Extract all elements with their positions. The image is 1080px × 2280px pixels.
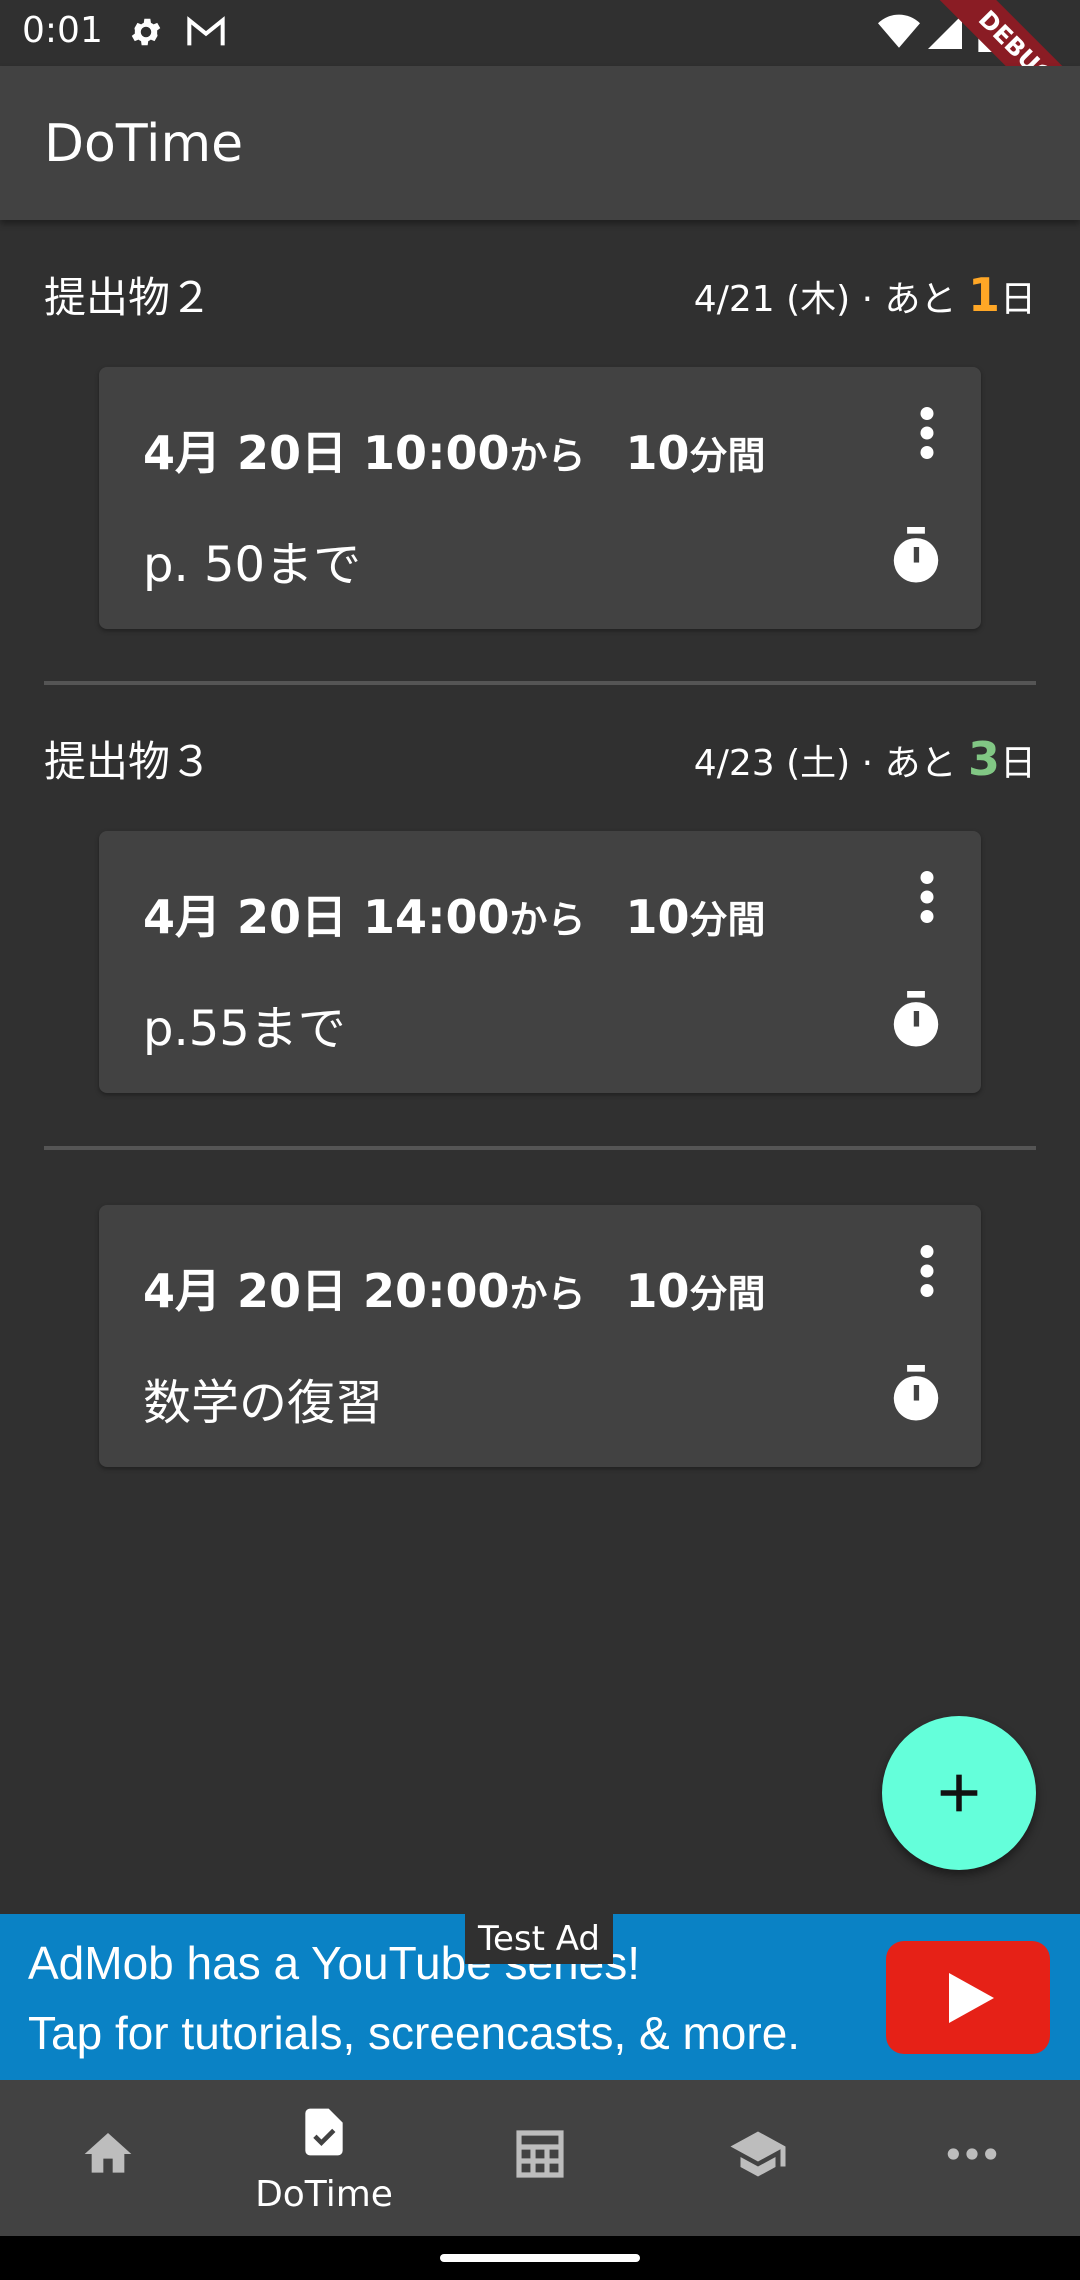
- task-memo: p. 50まで: [143, 537, 362, 593]
- more-vert-icon[interactable]: [917, 407, 937, 459]
- days-left: 1: [967, 268, 1000, 322]
- app-bar: DoTime: [0, 66, 1080, 220]
- ad-text-line2: Tap for tutorials, screencasts, & more.: [28, 2007, 801, 2059]
- task-time: 4月 20日 10:00から 10分間: [143, 426, 766, 480]
- group-name: 提出物３: [44, 737, 213, 786]
- divider: [44, 681, 1036, 685]
- task-card[interactable]: 4月 20日 10:00から 10分間 p. 50まで: [99, 367, 981, 629]
- test-ad-label: Test Ad: [465, 1914, 613, 1964]
- nav-dotime[interactable]: DoTime: [216, 2080, 432, 2236]
- more-horiz-icon: [947, 2148, 997, 2160]
- group-due-date: 4/23 (土) · あと 3日: [693, 732, 1036, 786]
- nav-school[interactable]: [648, 2080, 864, 2236]
- stopwatch-icon[interactable]: [889, 527, 943, 587]
- task-card[interactable]: 4月 20日 20:00から 10分間 数学の復習: [99, 1205, 981, 1467]
- signal-icon: [928, 15, 962, 49]
- more-vert-icon[interactable]: [917, 1245, 937, 1297]
- stopwatch-icon[interactable]: [889, 1365, 943, 1425]
- task-memo: p.55まで: [143, 1001, 346, 1057]
- nav-timetable[interactable]: [432, 2080, 648, 2236]
- task-memo: 数学の復習: [143, 1375, 384, 1431]
- days-left: 3: [967, 732, 1000, 786]
- more-vert-icon[interactable]: [917, 871, 937, 923]
- wifi-icon: [878, 14, 920, 48]
- task-card[interactable]: 4月 20日 14:00から 10分間 p.55まで: [99, 831, 981, 1093]
- bottom-navigation: DoTime: [0, 2080, 1080, 2236]
- school-icon: [730, 2131, 786, 2177]
- task-time: 4月 20日 14:00から 10分間: [143, 890, 766, 944]
- status-bar: 0:01 DEBUG: [0, 0, 1080, 147]
- status-time: 0:01: [22, 10, 103, 51]
- group-due-date: 4/21 (木) · あと 1日: [693, 268, 1036, 322]
- app-title: DoTime: [44, 114, 244, 174]
- youtube-logo: [886, 1941, 1050, 2054]
- home-gesture-pill[interactable]: [440, 2254, 640, 2262]
- group-header: 提出物３ 4/23 (土) · あと 3日: [44, 724, 1036, 786]
- group-name: 提出物２: [44, 273, 213, 322]
- stopwatch-icon[interactable]: [889, 991, 943, 1051]
- gmail-icon: [187, 16, 225, 46]
- nav-home[interactable]: [0, 2080, 216, 2236]
- play-icon: [949, 1973, 994, 2023]
- group-header: 提出物２ 4/21 (木) · あと 1日: [44, 260, 1036, 322]
- task-time: 4月 20日 20:00から 10分間: [143, 1264, 766, 1318]
- nav-more[interactable]: [864, 2080, 1080, 2236]
- divider: [44, 1146, 1036, 1150]
- nav-label: DoTime: [255, 2174, 393, 2215]
- timetable-icon: [516, 2130, 564, 2178]
- task-check-icon: [305, 2108, 343, 2156]
- add-task-button[interactable]: [882, 1716, 1036, 1870]
- home-icon: [84, 2133, 132, 2173]
- settings-icon: [131, 18, 161, 46]
- plus-icon: [940, 1774, 978, 1812]
